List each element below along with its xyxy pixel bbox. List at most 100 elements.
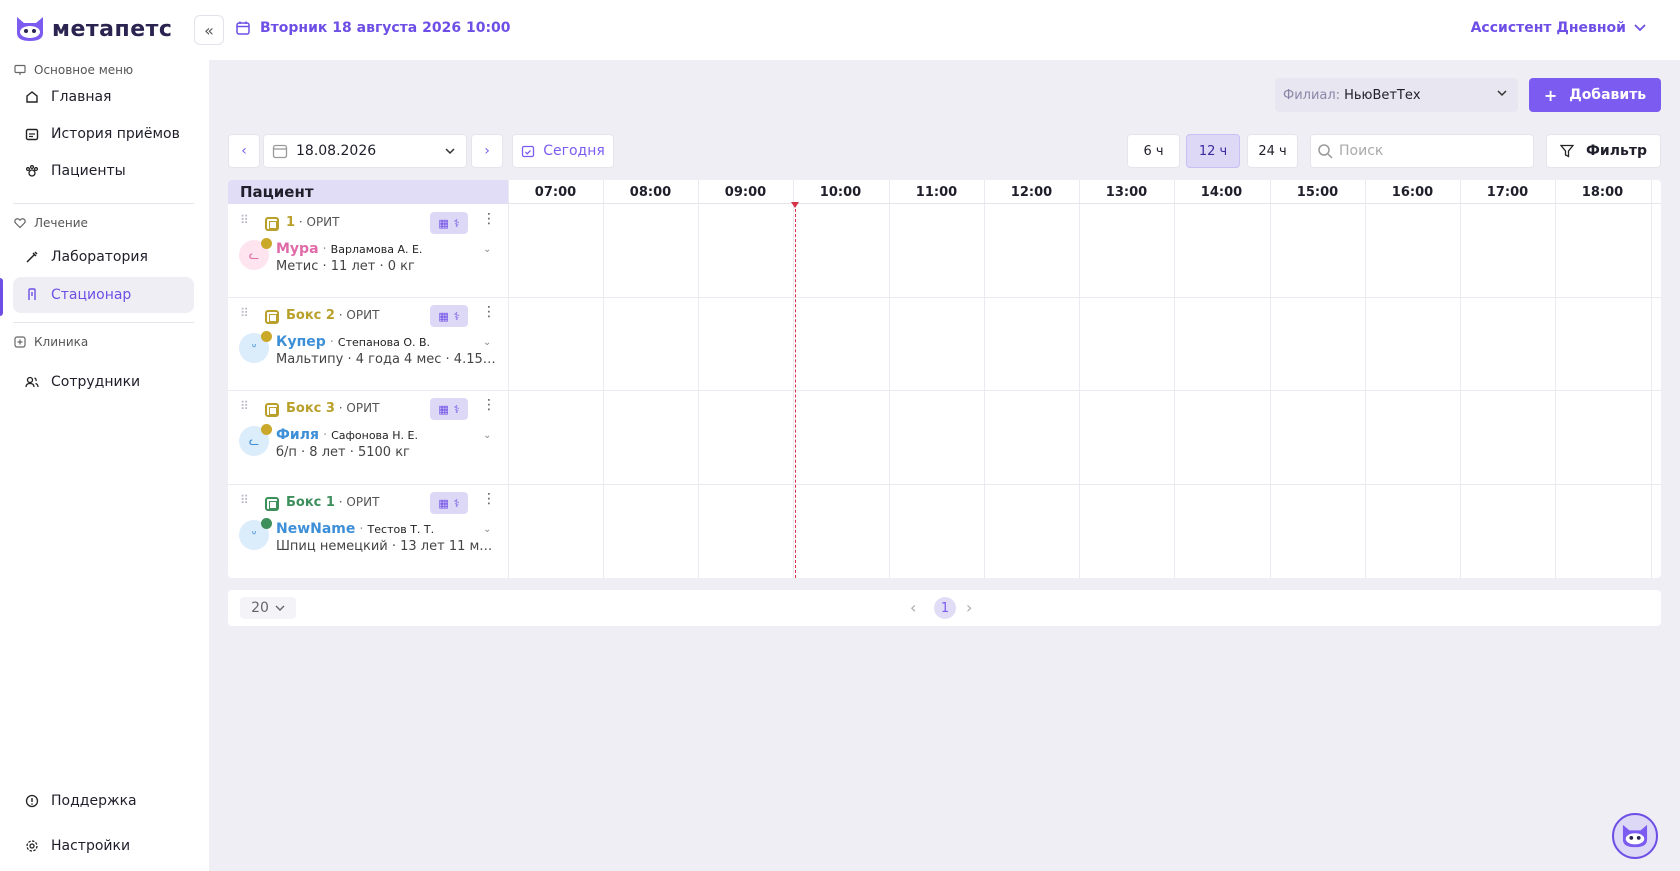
more-options-icon[interactable]: ⋮ [482,398,496,412]
dot-separator: · [334,495,347,509]
hour-label: 10:00 [819,184,862,200]
drag-handle-icon[interactable]: ⠿ [240,214,254,231]
row-actions[interactable]: ▦ ⚕ [430,305,468,327]
drag-handle-icon[interactable]: ⠿ [240,494,254,511]
logo[interactable]: метапетс [14,14,172,44]
sidebar: Основное меню Главная История приёмов Па… [0,60,209,871]
logo-text: метапетс [52,16,173,42]
sidebar-item-settings[interactable]: Настройки [13,828,194,864]
hour-label: 12:00 [1010,184,1053,200]
department: ОРИТ [346,401,380,415]
cat-bot-icon [1622,824,1648,848]
current-page[interactable]: 1 [934,597,956,619]
current-time-line [795,204,796,578]
filter-button[interactable]: Фильтр [1546,134,1661,168]
more-options-icon[interactable]: ⋮ [482,212,496,226]
pet-name[interactable]: Купер [276,334,326,350]
date-picker[interactable]: 18.08.2026 [263,134,467,168]
department: ОРИТ [346,495,380,509]
user-menu[interactable]: Ассистент Дневной [1471,20,1646,36]
patient-column-header: Пациент [228,180,508,204]
next-page-button[interactable]: › [966,598,972,617]
row-actions[interactable]: ▦ ⚕ [430,398,468,420]
drag-handle-icon[interactable]: ⠿ [240,400,254,417]
box-icon [265,310,279,324]
table-icon: ▦ [438,496,449,510]
grid-line [1174,180,1175,578]
row-actions[interactable]: ▦ ⚕ [430,492,468,514]
plus-icon: + [1543,85,1558,105]
medication-icon: ⚕ [453,496,460,510]
filial-label: Филиал: [1283,87,1341,103]
dot-separator: · [329,335,334,350]
pet-name[interactable]: Мура [276,241,319,257]
box-icon [265,497,279,511]
pet-info: Шпиц немецкий · 13 лет 11 мес · … [276,539,498,554]
owner-name: Тестов Т. Т. [367,523,435,536]
row-actions[interactable]: ▦ ⚕ [430,212,468,234]
range-12h-button[interactable]: 12 ч [1186,134,1240,168]
pet-name[interactable]: NewName [276,521,355,537]
more-options-icon[interactable]: ⋮ [482,492,496,506]
range-6h-button[interactable]: 6 ч [1127,134,1180,168]
sidebar-item-history[interactable]: История приёмов [13,116,194,152]
sidebar-item-support[interactable]: Поддержка [13,783,194,819]
collapse-sidebar-button[interactable]: « [194,15,224,45]
pet-line: Филя · Сафонова Н. Е. [276,427,418,443]
hour-label: 07:00 [534,184,577,200]
box-title: Бокс 3 · ОРИТ [286,401,379,416]
sidebar-item-patients[interactable]: Пациенты [13,153,194,189]
pet-info: Метис · 11 лет · 0 кг [276,259,415,274]
more-options-icon[interactable]: ⋮ [482,305,496,319]
sidebar-item-home[interactable]: Главная [13,79,194,115]
calendar-icon [236,21,250,35]
today-button[interactable]: Сегодня [512,134,614,168]
range-24h-button[interactable]: 24 ч [1247,134,1298,168]
section-treatment: Лечение [14,216,88,230]
sidebar-item-hospital[interactable]: Стационар [13,277,194,313]
sidebar-item-staff[interactable]: Сотрудники [13,364,194,400]
search-input[interactable] [1339,143,1519,159]
heart-icon [14,218,26,229]
status-dot [261,424,272,435]
patient-row[interactable]: ⠿ 1 · ОРИТ ▦ ⚕ ⋮ ᓚ Мура · Варламова А. Е. ⌄… [228,204,508,297]
owner-name: Степанова О. В. [337,336,431,349]
pet-name[interactable]: Филя [276,427,319,443]
grid-line [889,180,890,578]
dot-separator: · [322,242,327,257]
grid-line [793,180,794,578]
medication-icon: ⚕ [453,402,460,416]
drag-handle-icon[interactable]: ⠿ [240,307,254,324]
assistant-button[interactable] [1612,813,1658,859]
sidebar-item-laboratory[interactable]: Лаборатория [13,239,194,275]
calendar-icon [272,144,288,159]
patient-row[interactable]: ⠿ Бокс 1 · ОРИТ ▦ ⚕ ⋮ ᐡ NewName · Тестов Т.… [228,484,508,577]
pet-info: б/п · 8 лет · 5100 кг [276,445,410,460]
chevron-down-icon[interactable]: ⌄ [483,337,491,348]
chevron-down-icon[interactable]: ⌄ [483,430,491,441]
chevron-down-icon [1497,90,1507,97]
info-circle-icon [25,794,39,808]
patient-row[interactable]: ⠿ Бокс 3 · ОРИТ ▦ ⚕ ⋮ ᓚ Филя · Сафонова Н. … [228,390,508,483]
chevron-left-icon: ‹ [241,143,247,159]
paw-icon [26,165,39,177]
next-date-button[interactable]: › [471,134,503,168]
grid-line [1365,180,1366,578]
add-button[interactable]: + Добавить [1529,78,1661,112]
chevron-down-icon[interactable]: ⌄ [483,244,491,255]
prev-page-button[interactable]: ‹ [910,598,916,617]
prev-date-button[interactable]: ‹ [228,134,260,168]
filial-select[interactable]: Филиал: НьюВетТех [1275,78,1518,112]
patient-row[interactable]: ⠿ Бокс 2 · ОРИТ ▦ ⚕ ⋮ ᐡ Купер · Степанова О… [228,297,508,390]
sidebar-divider [13,322,194,323]
chevron-down-icon[interactable]: ⌄ [483,524,491,535]
dot-separator: · [334,401,347,415]
grid-line [508,180,509,578]
grid-line [1079,180,1080,578]
date-value: 18.08.2026 [296,143,377,159]
page-size-select[interactable]: 20 [240,597,296,619]
double-chevron-left-icon: « [204,20,214,40]
status-dot [261,238,272,249]
hour-label: 11:00 [915,184,958,200]
users-icon [25,376,39,388]
